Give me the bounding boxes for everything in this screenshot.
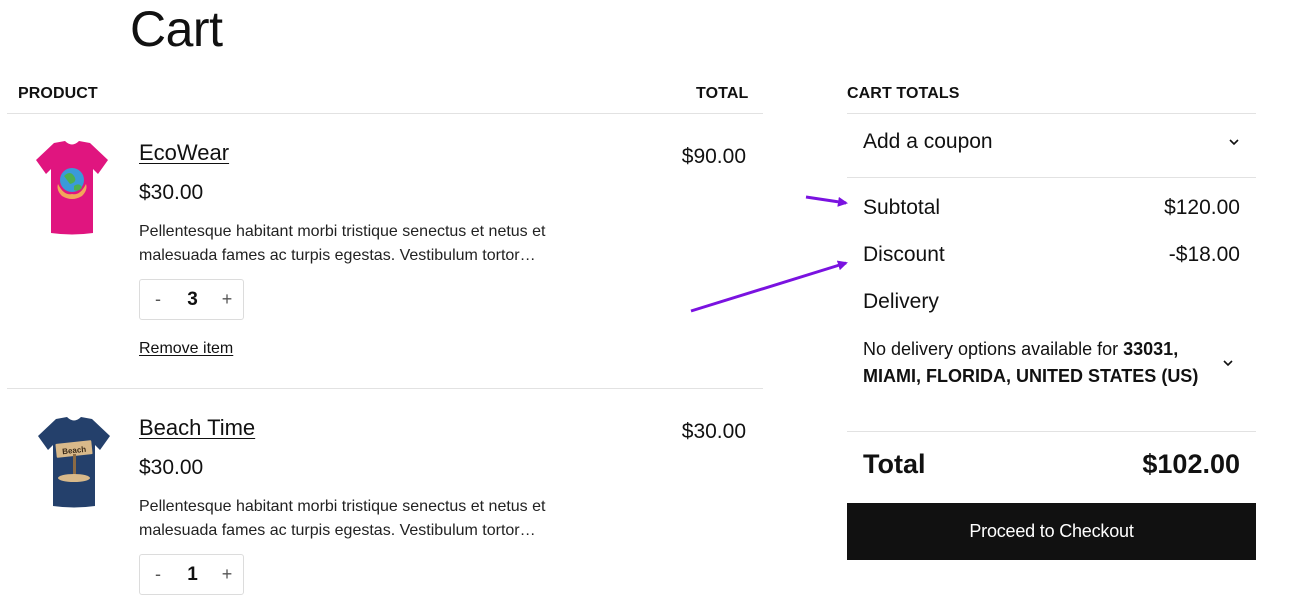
annotation-arrows xyxy=(690,195,848,313)
arrow-to-subtotal xyxy=(805,195,848,207)
arrow-to-discount xyxy=(690,260,848,313)
